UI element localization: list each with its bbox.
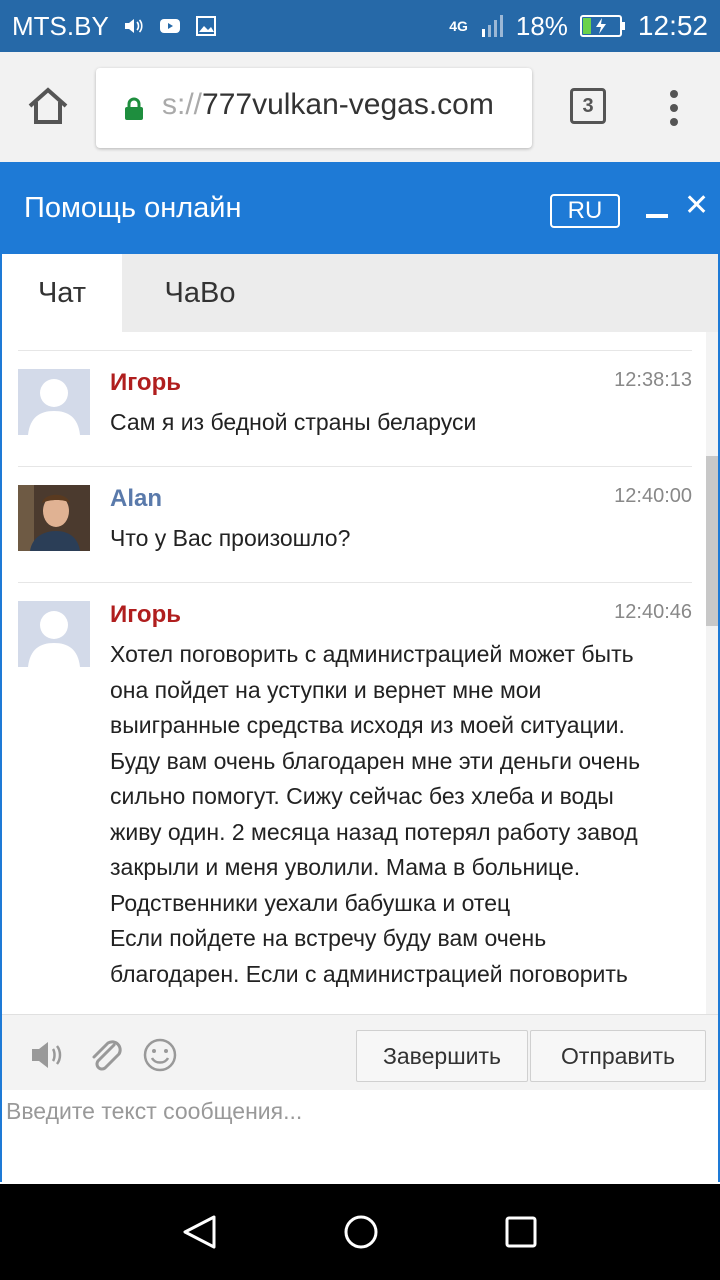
address-bar[interactable]: s://777vulkan-vegas.com xyxy=(96,68,532,148)
widget-tabs: Чат ЧаВо xyxy=(2,254,718,332)
scrollbar-track[interactable] xyxy=(706,332,718,1014)
signal-icon xyxy=(481,15,503,37)
message-item: Игорь 12:38:13 Сам я из бедной страны бе… xyxy=(18,350,692,466)
message-item: Alan 12:40:00 Что у Вас произошло? xyxy=(18,466,692,582)
image-icon xyxy=(195,16,216,36)
message-line: благодарен. Если с администрацией погово… xyxy=(110,960,628,987)
battery-percent: 18% xyxy=(515,10,568,41)
widget-header: Помощь онлайн RU ✕ xyxy=(2,162,718,254)
home-icon[interactable] xyxy=(26,84,70,128)
message-line: живу один. 2 месяца назад потерял работу… xyxy=(110,818,638,845)
youtube-icon xyxy=(159,19,180,33)
status-left: MTS.BY xyxy=(12,0,217,52)
message-item: Игорь 12:40:46 Хотел поговорить с админи… xyxy=(18,582,692,1014)
support-chat-widget: Помощь онлайн RU ✕ Чат ЧаВо Игорь 12:38:… xyxy=(0,162,720,1182)
message-time: 12:40:46 xyxy=(614,601,692,623)
close-icon[interactable]: ✕ xyxy=(684,188,709,223)
message-line: Если пойдете на встречу буду вам очень xyxy=(110,925,547,951)
message-line: Что у Вас произошло? xyxy=(110,525,351,551)
scrollbar-thumb[interactable] xyxy=(706,456,718,626)
chat-toolbar: Завершить Отправить xyxy=(2,1014,718,1090)
browser-toolbar: s://777vulkan-vegas.com 3 xyxy=(0,52,720,162)
attach-icon[interactable] xyxy=(86,1037,126,1073)
tab-chat[interactable]: Чат xyxy=(2,254,122,332)
sound-icon[interactable] xyxy=(28,1037,68,1073)
message-line: Хотел поговорить с администрацией может … xyxy=(110,641,634,667)
url-scheme: s:// xyxy=(162,88,203,121)
message-author: Игорь xyxy=(110,369,182,396)
clock: 12:52 xyxy=(637,10,708,41)
lock-icon xyxy=(125,97,143,120)
message-time: 12:38:13 xyxy=(614,369,692,391)
message-input-area xyxy=(2,1090,718,1182)
message-text: Хотел поговорить с администрацией может … xyxy=(110,637,690,992)
carrier-name: MTS.BY xyxy=(12,10,109,41)
message-line: сильно помогут. Сижу сейчас без хлеба и … xyxy=(110,783,614,809)
volume-icon xyxy=(124,19,143,33)
recent-apps-icon[interactable] xyxy=(505,1216,537,1248)
system-nav-bar xyxy=(0,1184,720,1280)
back-icon[interactable] xyxy=(180,1214,220,1250)
battery-charging-icon xyxy=(579,15,625,37)
url-text[interactable]: s://777vulkan-vegas.com xyxy=(162,88,524,122)
user-silhouette-icon xyxy=(28,379,80,435)
message-author: Alan xyxy=(110,485,163,512)
avatar-placeholder xyxy=(18,601,90,667)
network-type: 4G xyxy=(449,18,468,34)
message-line: Сам я из бедной страны беларуси xyxy=(110,409,477,435)
user-silhouette-icon xyxy=(28,611,80,667)
status-right: 4G 18% 12:52 xyxy=(449,0,708,52)
avatar-placeholder xyxy=(18,369,90,435)
tab-switcher-button[interactable]: 3 xyxy=(570,88,606,124)
language-button[interactable]: RU xyxy=(550,194,620,228)
agent-avatar xyxy=(18,485,90,551)
message-line: она пойдет на уступки и вернет мне мои xyxy=(110,676,542,703)
message-text: Сам я из бедной страны беларуси xyxy=(110,405,690,441)
message-line: закрыли и меня уволили. Мама в больнице. xyxy=(110,854,581,880)
widget-title: Помощь онлайн xyxy=(24,192,242,224)
message-text: Что у Вас произошло? xyxy=(110,521,690,557)
finish-chat-button[interactable]: Завершить xyxy=(356,1030,528,1082)
emoji-icon[interactable] xyxy=(140,1037,180,1073)
message-list[interactable]: Игорь 12:38:13 Сам я из бедной страны бе… xyxy=(2,332,718,1014)
agent-photo xyxy=(18,485,90,551)
send-button[interactable]: Отправить xyxy=(530,1030,706,1082)
message-line: Родственники уехали бабушка и отец xyxy=(110,889,511,916)
status-bar: MTS.BY 4G 18% 12:52 xyxy=(0,0,720,52)
message-line: выигранные средства исходя из моей ситуа… xyxy=(110,712,625,738)
message-time: 12:40:00 xyxy=(614,485,692,507)
message-author: Игорь xyxy=(110,601,182,628)
browser-menu-icon[interactable] xyxy=(664,86,684,126)
message-input[interactable] xyxy=(2,1090,718,1182)
message-line: Буду вам очень благодарен мне эти деньги… xyxy=(110,747,641,774)
url-host: 777vulkan-vegas.com xyxy=(202,88,494,121)
minimize-icon[interactable] xyxy=(646,214,668,218)
tab-faq[interactable]: ЧаВо xyxy=(122,254,278,332)
home-nav-icon[interactable] xyxy=(343,1214,379,1250)
